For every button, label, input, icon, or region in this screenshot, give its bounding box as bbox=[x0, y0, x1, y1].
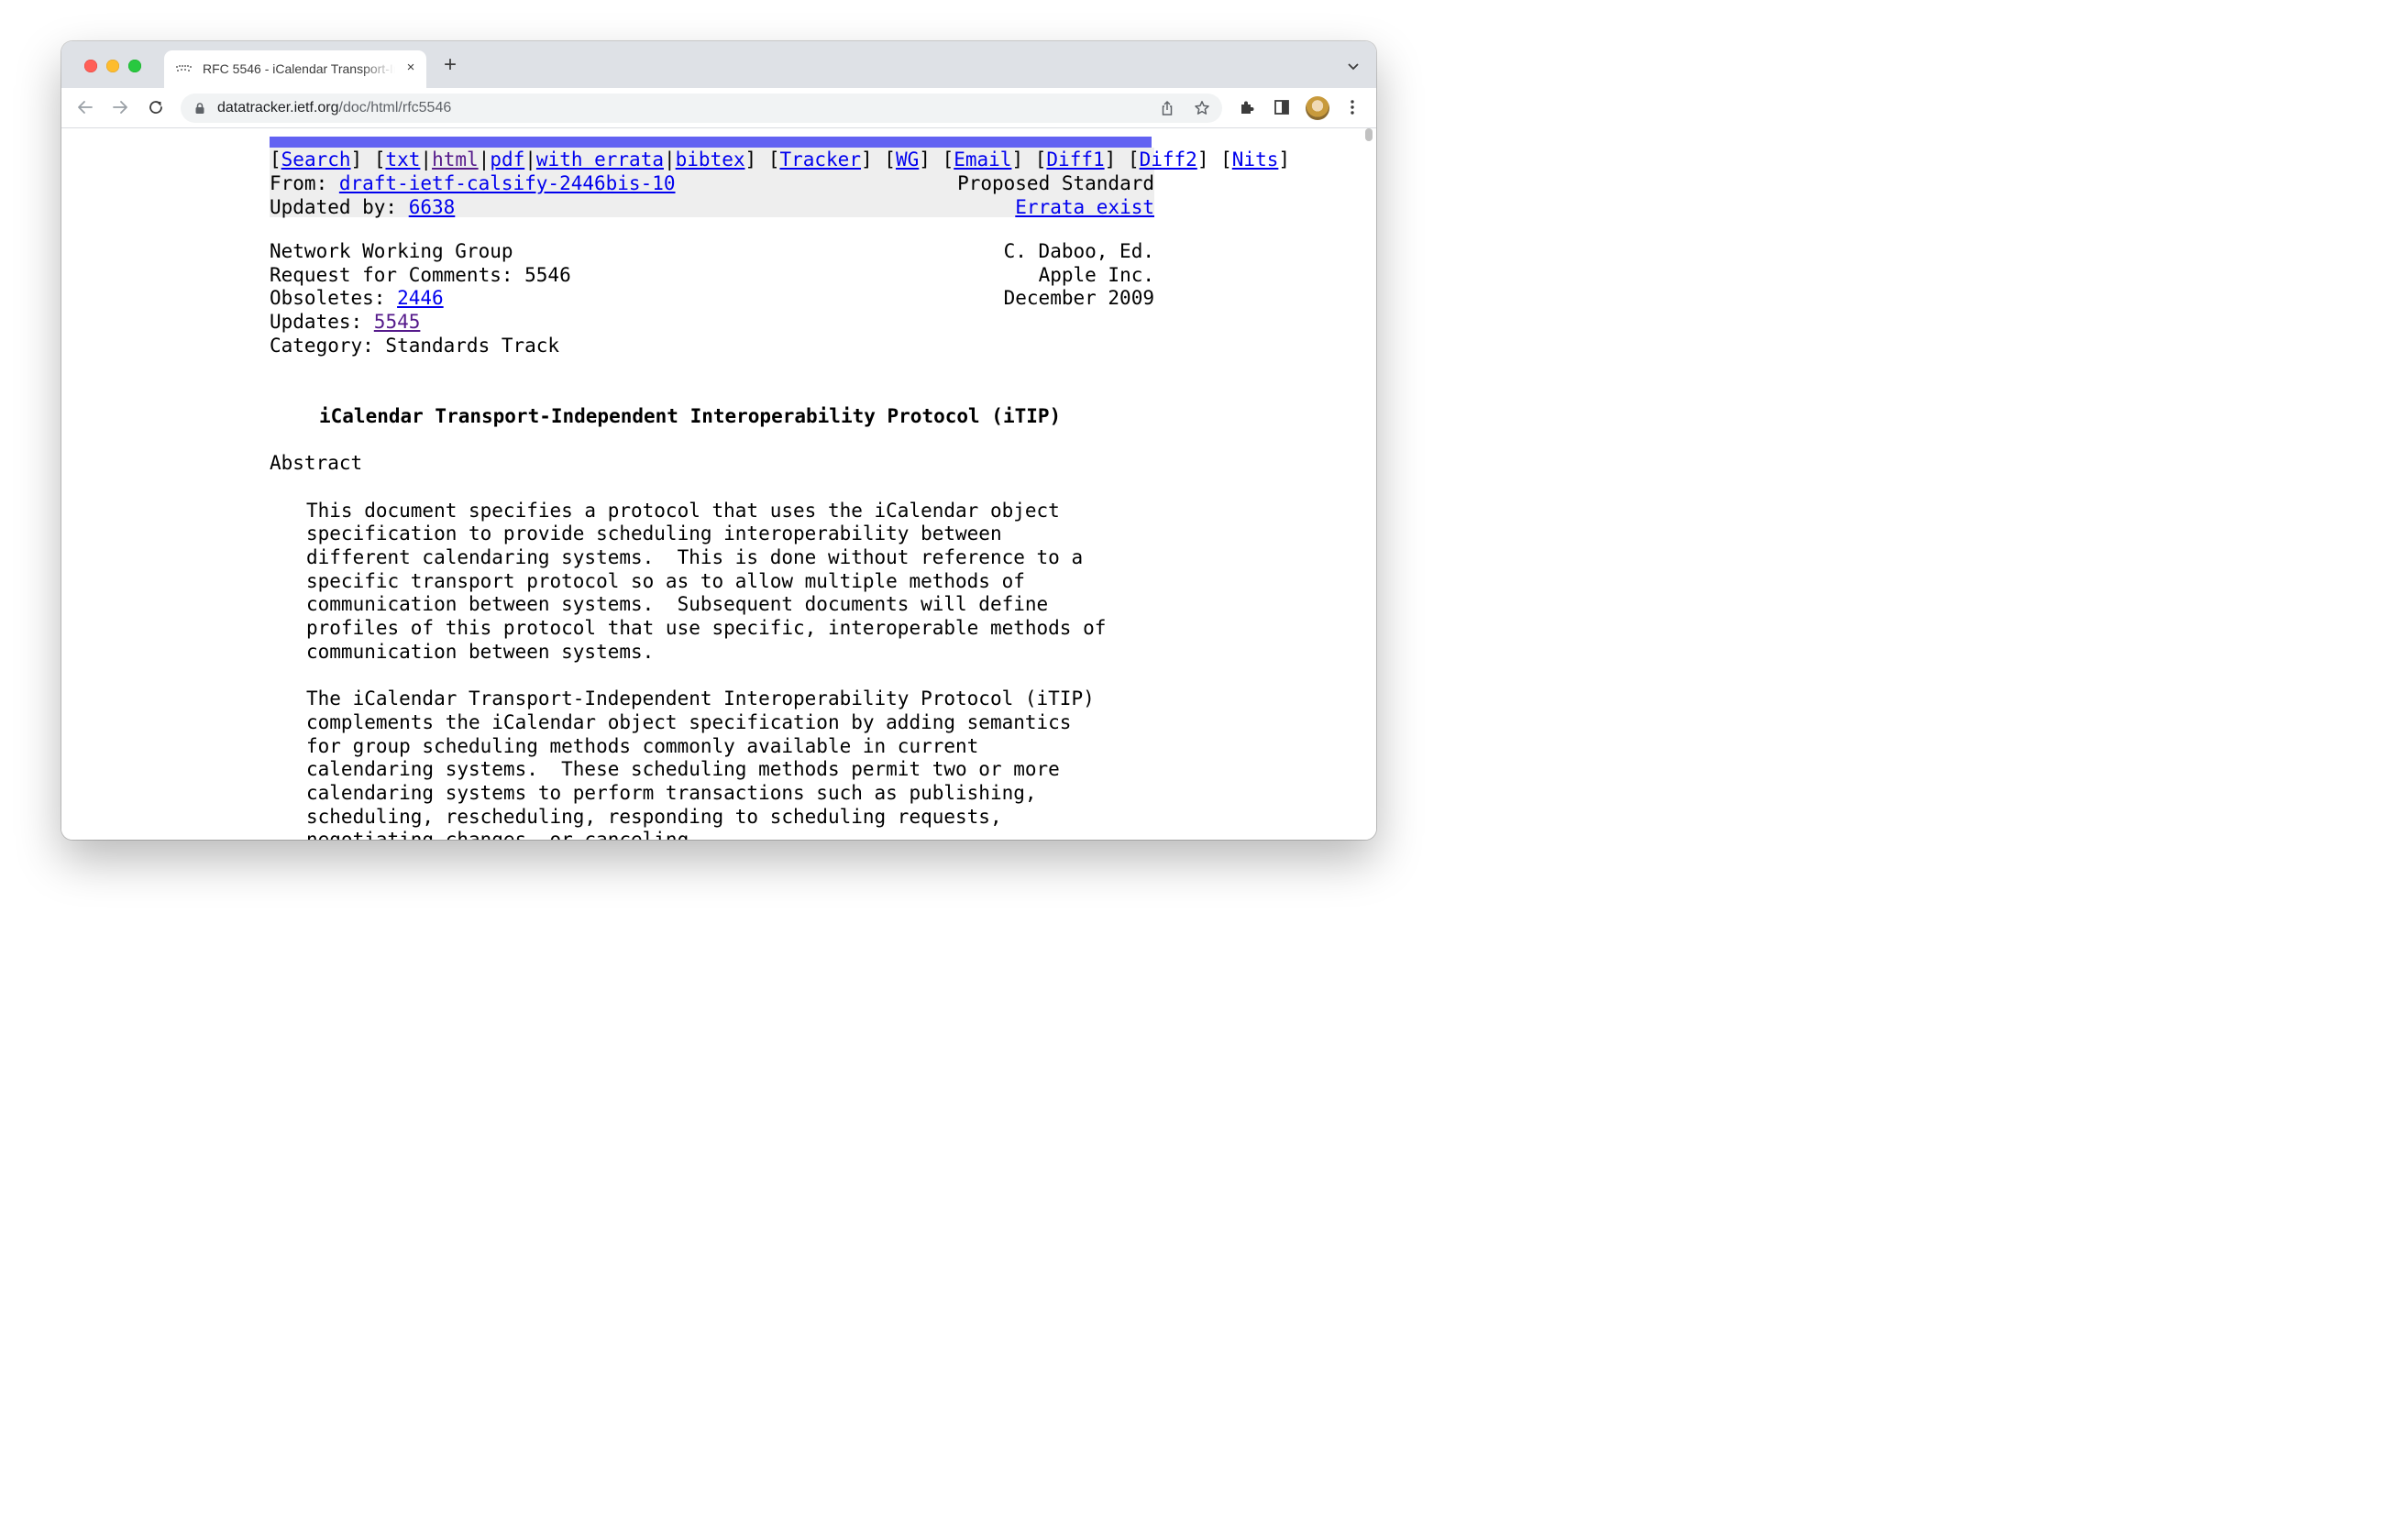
from-line: From: draft-ietf-calsify-2446bis-10 bbox=[270, 172, 676, 194]
tab-rfc5546[interactable]: RFC 5546 - iCalendar Transport-Independe… bbox=[164, 50, 426, 88]
nits-link[interactable]: Nits bbox=[1232, 148, 1279, 170]
close-window-button[interactable] bbox=[84, 60, 97, 72]
wg-link[interactable]: WG bbox=[896, 148, 919, 170]
obsoletes-link[interactable]: 2446 bbox=[397, 287, 444, 309]
author: C. Daboo, Ed. bbox=[1003, 240, 1154, 262]
paragraph-line: communication between systems. bbox=[306, 641, 655, 663]
organization: Apple Inc. bbox=[1038, 264, 1154, 286]
url-path: /doc/html/rfc5546 bbox=[338, 100, 452, 116]
diff2-link[interactable]: Diff2 bbox=[1140, 148, 1197, 170]
star-icon[interactable] bbox=[1194, 100, 1210, 116]
publication-date: December 2009 bbox=[1003, 287, 1154, 309]
paragraph-line: specific transport protocol so as to all… bbox=[306, 570, 1025, 592]
paragraph-line: negotiating changes, or canceling. bbox=[306, 829, 700, 840]
working-group: Network Working Group bbox=[270, 240, 513, 262]
minimize-window-button[interactable] bbox=[106, 60, 119, 72]
paragraph-line: for group scheduling methods commonly av… bbox=[306, 735, 979, 757]
extensions-icon[interactable] bbox=[1237, 97, 1257, 117]
updated-by-link[interactable]: 6638 bbox=[409, 196, 456, 218]
with-errata-link[interactable]: with errata bbox=[536, 148, 664, 170]
paragraph-line: profiles of this protocol that use speci… bbox=[306, 617, 1107, 639]
email-link[interactable]: Email bbox=[954, 148, 1011, 170]
document-title: iCalendar Transport-Independent Interope… bbox=[319, 405, 1062, 427]
back-icon[interactable] bbox=[75, 97, 95, 117]
tracker-link[interactable]: Tracker bbox=[779, 148, 861, 170]
paragraph-line: scheduling, rescheduling, responding to … bbox=[306, 806, 1002, 828]
errata-link[interactable]: Errata exist bbox=[1015, 196, 1154, 218]
obsoletes-line: Obsoletes: 2446 bbox=[270, 287, 444, 309]
lock-icon[interactable] bbox=[193, 102, 206, 115]
document-top-bar bbox=[270, 137, 1152, 148]
html-link[interactable]: html bbox=[432, 148, 479, 170]
paragraph-line: calendaring systems to perform transacti… bbox=[306, 782, 1037, 804]
updated-by-line: Updated by: 6638 bbox=[270, 196, 456, 218]
rfc-number: Request for Comments: 5546 bbox=[270, 264, 571, 286]
draft-link[interactable]: draft-ietf-calsify-2446bis-10 bbox=[339, 172, 676, 194]
more-icon[interactable] bbox=[1342, 97, 1362, 117]
doc-nav-links: [Search] [txt|html|pdf|with errata|bibte… bbox=[270, 148, 1291, 170]
pdf-link[interactable]: pdf bbox=[490, 148, 524, 170]
category: Category: Standards Track bbox=[270, 335, 560, 357]
status-label: Proposed Standard bbox=[957, 172, 1154, 194]
bibtex-link[interactable]: bibtex bbox=[676, 148, 745, 170]
tab-close-icon[interactable]: × bbox=[403, 60, 419, 76]
tab-strip: RFC 5546 - iCalendar Transport-Independe… bbox=[61, 41, 1376, 88]
side-panel-icon[interactable] bbox=[1272, 97, 1292, 117]
tab-search-icon[interactable] bbox=[1347, 60, 1360, 72]
browser-window: RFC 5546 - iCalendar Transport-Independe… bbox=[61, 41, 1376, 840]
txt-link[interactable]: txt bbox=[385, 148, 420, 170]
share-icon[interactable] bbox=[1159, 100, 1175, 116]
url-text[interactable]: datatracker.ietf.org/doc/html/rfc5546 bbox=[217, 100, 451, 116]
paragraph-line: different calendaring systems. This is d… bbox=[306, 546, 1084, 568]
paragraph-line: This document specifies a protocol that … bbox=[306, 500, 1060, 522]
updates-link[interactable]: 5545 bbox=[374, 311, 421, 333]
tab-title: RFC 5546 - iCalendar Transport-Independe… bbox=[203, 61, 395, 76]
new-tab-button[interactable]: + bbox=[439, 54, 461, 77]
updates-line: Updates: 5545 bbox=[270, 311, 421, 333]
address-bar[interactable]: datatracker.ietf.org/doc/html/rfc5546 bbox=[181, 94, 1222, 123]
forward-icon[interactable] bbox=[110, 97, 130, 117]
paragraph-line: communication between systems. Subsequen… bbox=[306, 593, 1049, 615]
reload-icon[interactable] bbox=[146, 97, 166, 117]
zoom-window-button[interactable] bbox=[128, 60, 141, 72]
paragraph-line: specification to provide scheduling inte… bbox=[306, 522, 1002, 544]
paragraph-line: complements the iCalendar object specifi… bbox=[306, 711, 1072, 733]
abstract-heading: Abstract bbox=[270, 452, 363, 474]
diff1-link[interactable]: Diff1 bbox=[1046, 148, 1104, 170]
ietf-favicon-icon bbox=[175, 61, 193, 76]
paragraph-line: The iCalendar Transport-Independent Inte… bbox=[306, 688, 1095, 710]
toolbar: datatracker.ietf.org/doc/html/rfc5546 bbox=[61, 88, 1376, 128]
url-host: datatracker.ietf.org bbox=[217, 100, 339, 116]
paragraph-line: calendaring systems. These scheduling me… bbox=[306, 758, 1060, 780]
search-link[interactable]: Search bbox=[281, 148, 351, 170]
scrollbar[interactable] bbox=[1365, 128, 1373, 141]
avatar[interactable] bbox=[1306, 96, 1329, 120]
page-content: [Search] [txt|html|pdf|with errata|bibte… bbox=[61, 128, 1376, 840]
errata-line: Errata exist bbox=[1015, 196, 1154, 220]
